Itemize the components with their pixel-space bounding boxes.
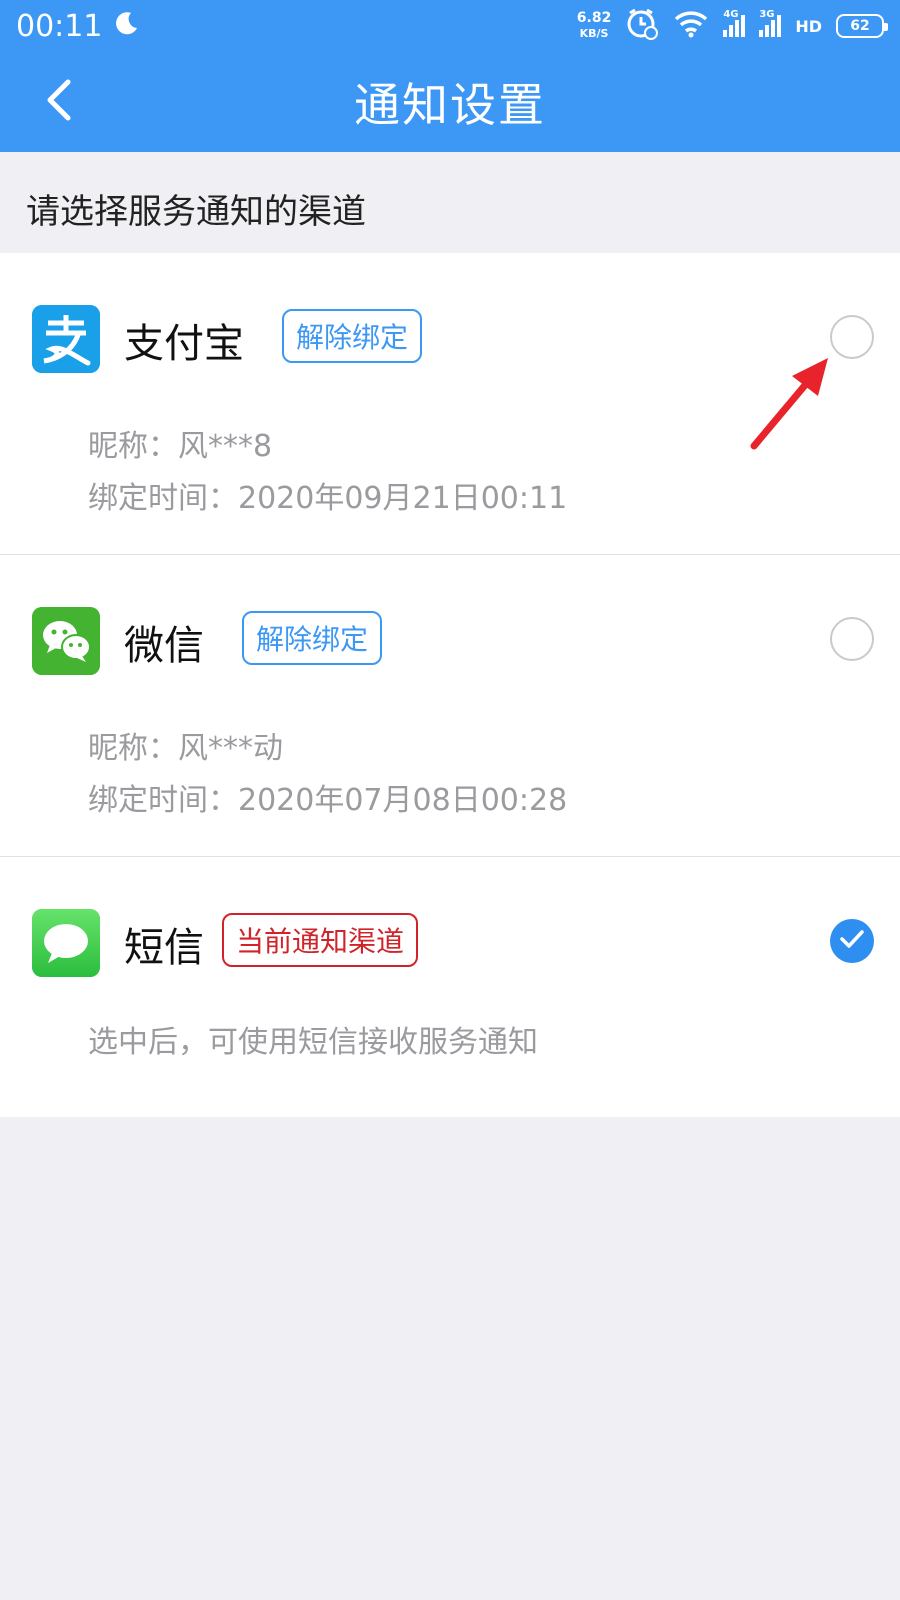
select-radio-sms[interactable] [830, 919, 874, 963]
nickname-text: 昵称：风***8 [88, 429, 273, 464]
bind-time-text: 绑定时间：2020年09月21日00:11 [88, 481, 568, 516]
battery-icon: 62 [836, 14, 888, 38]
status-time: 00:11 [16, 8, 103, 44]
signal-icon: 3G [759, 9, 782, 37]
status-right: 6.82 KB/S 4G 3G HD 62 [577, 7, 888, 46]
description-text: 选中后，可使用短信接收服务通知 [88, 1025, 538, 1060]
net-speed: 6.82 KB/S [577, 11, 612, 41]
checkmark-icon [839, 929, 865, 953]
unbind-button[interactable]: 解除绑定 [242, 611, 383, 665]
channel-name: 微信 [124, 623, 204, 669]
channel-item-sms[interactable]: 短信 当前通知渠道 选中后，可使用短信接收服务通知 [0, 857, 900, 1117]
alarm-icon [625, 7, 659, 46]
hd-label: HD [795, 16, 822, 36]
channel-name: 短信 [124, 925, 204, 971]
moon-icon [114, 9, 140, 44]
current-channel-badge: 当前通知渠道 [222, 913, 419, 967]
alipay-icon [32, 305, 100, 373]
net-speed-value: 6.82 [576, 10, 612, 26]
wifi-icon [673, 10, 709, 43]
select-radio-alipay[interactable] [830, 315, 874, 359]
back-button[interactable] [30, 74, 86, 130]
battery-level: 62 [850, 18, 870, 34]
channel-item-wechat[interactable]: 微信 解除绑定 昵称：风***动 绑定时间：2020年07月08日00:28 [0, 555, 900, 857]
signal-3g-label: 3G [759, 9, 775, 20]
nav-bar: 通知设置 [0, 52, 900, 152]
section-title: 请选择服务通知的渠道 [26, 192, 366, 232]
nickname-text: 昵称：风***动 [88, 731, 283, 766]
channel-list: 支付宝 解除绑定 昵称：风***8 绑定时间：2020年09月21日00:11 … [0, 253, 900, 1117]
back-arrow-icon [42, 78, 74, 126]
select-radio-wechat[interactable] [830, 617, 874, 661]
channel-name: 支付宝 [124, 321, 244, 367]
wechat-icon [32, 607, 100, 675]
bind-time-text: 绑定时间：2020年07月08日00:28 [88, 783, 568, 818]
signal-icon: 4G [723, 9, 746, 37]
status-bar: 00:11 6.82 KB/S 4G 3G HD 62 [0, 0, 900, 52]
page-title: 通知设置 [354, 78, 546, 132]
channel-item-alipay[interactable]: 支付宝 解除绑定 昵称：风***8 绑定时间：2020年09月21日00:11 [0, 253, 900, 555]
unbind-button[interactable]: 解除绑定 [282, 309, 423, 363]
status-left: 00:11 [16, 9, 140, 44]
signal-4g-label: 4G [723, 9, 739, 20]
sms-icon [32, 909, 100, 977]
net-speed-unit: KB/S [579, 27, 609, 40]
